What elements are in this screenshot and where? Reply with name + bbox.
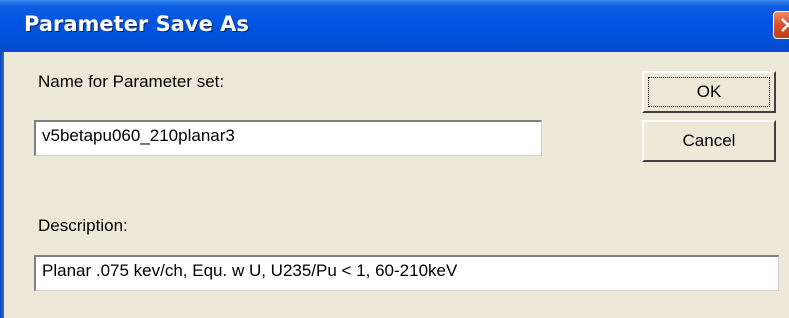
ok-button[interactable]: OK <box>642 71 776 113</box>
cancel-button[interactable]: Cancel <box>642 120 776 162</box>
description-input[interactable]: Planar .075 kev/ch, Equ. w U, U235/Pu < … <box>34 255 779 291</box>
name-label: Name for Parameter set: <box>38 72 225 91</box>
close-button[interactable] <box>773 11 789 39</box>
close-icon <box>781 18 789 32</box>
dialog-title: Parameter Save As <box>24 12 249 36</box>
parameter-name-input[interactable]: v5betapu060_210planar3 <box>34 120 542 156</box>
parameter-save-as-dialog: Parameter Save As Name for Parameter set… <box>0 0 789 318</box>
window-frame-left <box>0 52 4 318</box>
cancel-button-label: Cancel <box>682 131 736 150</box>
description-label: Description: <box>38 216 128 235</box>
title-bar[interactable]: Parameter Save As <box>0 0 789 52</box>
ok-button-label: OK <box>696 82 722 101</box>
